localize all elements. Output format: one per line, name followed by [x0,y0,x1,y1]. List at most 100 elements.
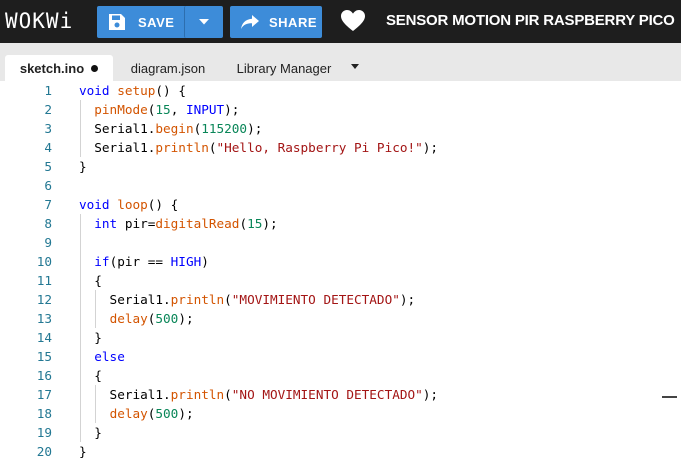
share-button[interactable]: SHARE [230,6,322,38]
code-text: if(pir == HIGH) [79,252,209,271]
line-number: 14 [36,330,52,345]
wokwi-logo[interactable]: WOKWi [5,8,73,34]
project-title[interactable]: SENSOR MOTION PIR RASPBERRY PICO [386,12,675,29]
code-text: } [79,328,102,347]
code-token: "MOVIMIENTO DETECTADO" [231,292,400,307]
code-line[interactable]: 7 void loop() { [0,195,681,214]
code-token: Serial1. [79,387,171,402]
code-token: loop [117,197,148,212]
code-text: } [79,423,102,442]
line-number: 17 [36,387,52,402]
line-number: 7 [44,197,52,212]
code-token: (pir == [109,254,171,269]
code-line[interactable]: 3 Serial1.begin(115200); [0,119,681,138]
tab-library-manager[interactable]: Library Manager [228,55,340,81]
code-token: INPUT [185,102,225,117]
code-token: if [94,254,110,269]
tab-menu-caret-icon[interactable] [351,64,359,69]
code-token: () { [155,83,186,98]
code-token: "Hello, Raspberry Pi Pico!" [216,140,423,155]
code-token: println [170,387,225,402]
code-token: ); [178,311,194,326]
code-token: } [79,444,87,459]
code-line[interactable]: 13 delay(500); [0,309,681,328]
file-tab-bar: sketch.ino diagram.json Library Manager [0,43,681,81]
save-label: SAVE [138,14,175,30]
code-token: ); [247,121,263,136]
code-line[interactable]: 1 void setup() { [0,81,681,100]
line-number: 1 [44,83,52,98]
code-line[interactable]: 12 Serial1.println("MOVIMIENTO DETECTADO… [0,290,681,309]
save-options-dropdown[interactable] [184,6,223,38]
tab-label: diagram.json [130,60,206,76]
code-token: ); [422,387,439,402]
code-line[interactable]: 20} [0,442,681,461]
tab-label: sketch.ino [19,60,85,76]
code-token: ( [224,292,232,307]
code-text: pinMode(15, INPUT); [79,100,239,119]
code-token: Serial1. [79,121,156,136]
code-token: 15 [247,216,263,231]
top-bar: WOKWi SAVE SHARE SENSOR MOTION PIR RASPB… [0,0,681,43]
code-text: } [79,442,87,461]
code-text: int pir=digitalRead(15); [79,214,277,233]
code-line[interactable]: 4 Serial1.println("Hello, Raspberry Pi P… [0,138,681,157]
line-number: 12 [36,292,52,307]
code-token: , [170,102,186,117]
code-text: { [79,366,102,385]
code-line[interactable]: 19 } [0,423,681,442]
code-token: pinMode [94,102,148,117]
code-token: digitalRead [155,216,240,231]
tab-sketch-ino[interactable]: sketch.ino [5,55,113,81]
indent-guide [80,214,81,442]
heart-icon[interactable] [340,9,366,33]
share-arrow-icon [241,15,259,29]
code-token: println [155,140,209,155]
code-token: else [94,349,125,364]
code-line[interactable]: 9 [0,233,681,252]
code-line[interactable]: 10 if(pir == HIGH) [0,252,681,271]
unsaved-dot-icon [91,64,99,72]
code-line[interactable]: 17 Serial1.println("NO MOVIMIENTO DETECT… [0,385,681,404]
code-line[interactable]: 6 [0,176,681,195]
code-token: } [79,425,102,440]
code-line[interactable]: 8 int pir=digitalRead(15); [0,214,681,233]
code-line[interactable]: 18 delay(500); [0,404,681,423]
code-token: Serial1. [79,140,156,155]
code-token: 115200 [201,121,248,136]
code-text: } [79,157,87,176]
save-button[interactable]: SAVE [97,6,187,38]
code-token: void [79,83,110,98]
code-token: 500 [155,311,179,326]
code-line[interactable]: 14 } [0,328,681,347]
code-token: delay [109,311,148,326]
chevron-down-icon [199,19,209,25]
code-token: int [94,216,118,231]
code-token: ); [399,292,416,307]
code-editor[interactable]: 1 void setup() {2 pinMode(15, INPUT); 3 Se… [0,81,681,465]
tab-diagram-json[interactable]: diagram.json [120,55,216,81]
code-token: ); [178,406,194,421]
code-token: () { [147,197,179,212]
code-text: Serial1.println("MOVIMIENTO DETECTADO"); [79,290,416,309]
indent-guide [95,290,97,328]
code-line[interactable]: 5} [0,157,681,176]
code-text: else [79,347,125,366]
indent-guide [95,385,97,423]
code-token: println [170,292,225,307]
line-number: 6 [44,178,52,193]
code-token: begin [155,121,194,136]
code-line[interactable]: 11 { [0,271,681,290]
code-token: ); [422,140,439,155]
tab-label: Library Manager [236,60,332,76]
share-label: SHARE [269,14,318,30]
code-line[interactable]: 16 { [0,366,681,385]
code-line[interactable]: 15 else [0,347,681,366]
code-line[interactable]: 2 pinMode(15, INPUT); [0,100,681,119]
line-number: 11 [36,273,52,288]
line-number: 13 [36,311,52,326]
code-token: Serial1. [79,292,171,307]
